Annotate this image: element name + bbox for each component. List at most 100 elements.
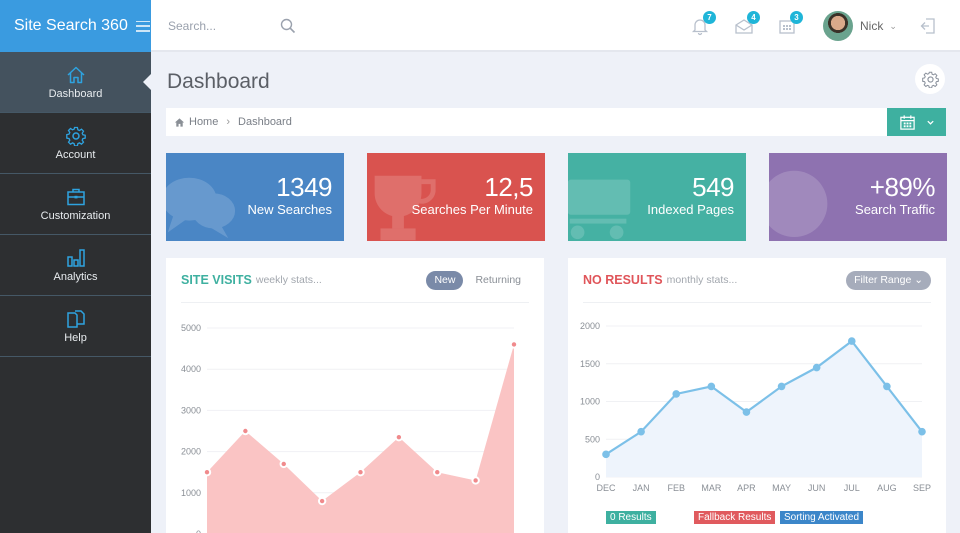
messages-button[interactable]: 4 [734, 11, 760, 36]
stat-card-searches-per-minute[interactable]: 12,5 Searches Per Minute [367, 153, 545, 241]
bar-chart-icon [66, 248, 85, 267]
y-tick-label: 1000 [580, 397, 600, 407]
logout-icon[interactable] [919, 17, 937, 35]
cart-icon [568, 179, 631, 240]
chevron-down-icon: ⌄ [889, 20, 897, 31]
notifications-badge: 7 [703, 11, 716, 24]
y-tick-label: 1000 [181, 488, 201, 498]
calendar-button[interactable]: 3 [777, 11, 803, 36]
data-point [471, 476, 480, 485]
y-tick-label: 4000 [181, 364, 201, 374]
filter-range-dropdown[interactable]: Filter Range ⌄ [846, 270, 931, 290]
panel-header: NO RESULTS monthly stats... Filter Range… [583, 258, 931, 303]
data-point [433, 468, 442, 477]
sidebar-item-label: Help [64, 331, 87, 344]
series-area [606, 341, 922, 477]
panel-title: SITE VISITS [181, 273, 252, 287]
toggle-returning[interactable]: Returning [467, 271, 529, 290]
hamburger-icon[interactable] [135, 20, 150, 32]
x-tick-label: SEP [913, 483, 931, 493]
panel-subtitle: weekly stats... [255, 274, 322, 286]
sidebar-item-label: Analytics [53, 270, 98, 283]
data-point [602, 450, 610, 459]
sidebar-item-label: Customization [40, 209, 111, 222]
data-point [883, 382, 891, 391]
data-point [742, 408, 751, 416]
legend-zero-results[interactable]: 0 Results [606, 511, 656, 524]
stat-card-search-traffic[interactable]: +89% Search Traffic [769, 153, 947, 241]
calendar-badge: 3 [790, 11, 803, 24]
data-point [317, 496, 327, 506]
y-tick-label: 500 [585, 434, 600, 444]
panel-title: NO RESULTS [583, 273, 663, 287]
sidebar: Dashboard Account Customization Analytic… [0, 52, 151, 533]
trophy-icon [374, 175, 436, 241]
data-point [509, 340, 519, 349]
y-tick-label: 5000 [181, 323, 201, 333]
series-area [207, 344, 514, 533]
breadcrumb: Home › Dashboard [166, 108, 887, 136]
legend-sorting-activated[interactable]: Sorting Activated [780, 511, 864, 524]
x-tick-label: AUG [877, 483, 897, 493]
x-tick-label: APR [737, 483, 756, 493]
data-point [279, 459, 288, 469]
y-tick-label: 2000 [181, 447, 201, 457]
panel-header: SITE VISITS weekly stats... New Returnin… [181, 258, 529, 303]
sidebar-item-account[interactable]: Account [0, 113, 151, 174]
data-point [394, 432, 404, 442]
legend-fallback-results[interactable]: Fallback Results [694, 511, 776, 524]
y-tick-label: 1500 [580, 359, 600, 369]
messages-badge: 4 [747, 11, 760, 24]
sidebar-item-label: Account [55, 148, 96, 161]
date-range-button[interactable] [887, 108, 946, 136]
y-tick-label: 0 [595, 472, 600, 482]
sidebar-item-help[interactable]: Help [0, 296, 151, 357]
x-tick-label: JUL [844, 483, 860, 493]
x-tick-label: MAY [772, 483, 791, 493]
sidebar-item-label: Dashboard [48, 87, 103, 100]
data-point [202, 468, 212, 477]
x-tick-label: MAR [701, 483, 722, 493]
home-icon [66, 66, 85, 83]
breadcrumb-current: Dashboard [238, 116, 292, 128]
brand-bar: Site Search 360 [0, 0, 151, 52]
data-point [812, 363, 821, 372]
sidebar-item-customization[interactable]: Customization [0, 174, 151, 235]
no-results-panel: NO RESULTS monthly stats... Filter Range… [568, 258, 946, 533]
notifications-button[interactable]: 7 [690, 11, 716, 36]
x-tick-label: JUN [808, 483, 826, 493]
x-tick-label: JAN [633, 483, 650, 493]
breadcrumb-separator: › [226, 116, 231, 128]
data-point [847, 337, 856, 345]
toggle-new[interactable]: New [426, 270, 464, 290]
y-tick-label: 2000 [580, 321, 600, 331]
home-icon [174, 117, 185, 127]
data-point [918, 427, 926, 436]
stat-card-indexed-pages[interactable]: 549 Indexed Pages [568, 153, 746, 241]
calendar-icon [899, 114, 915, 130]
briefcase-icon [66, 188, 85, 205]
search-icon[interactable] [280, 18, 296, 34]
sidebar-item-dashboard[interactable]: Dashboard [0, 52, 151, 113]
site-visits-panel: SITE VISITS weekly stats... New Returnin… [166, 258, 544, 533]
top-bar: 7 4 3 Nick ⌄ [151, 0, 960, 52]
settings-button[interactable] [915, 64, 945, 94]
user-name: Nick [860, 19, 884, 33]
chevron-down-icon [926, 120, 934, 125]
sidebar-item-analytics[interactable]: Analytics [0, 235, 151, 296]
no-results-chart: 0 500 1000 1500 2000 DEC JAN FEB MAR APR MAY JUN JUL… [580, 321, 931, 493]
avatar [823, 11, 853, 41]
breadcrumb-home-link[interactable]: Home [189, 116, 218, 128]
stat-card-new-searches[interactable]: 1349 New Searches [166, 153, 344, 241]
x-tick-label: DEC [596, 483, 616, 493]
data-point [356, 468, 365, 477]
user-menu[interactable]: Nick ⌄ [823, 11, 897, 41]
globe-icon [769, 170, 828, 238]
gear-icon [65, 126, 86, 146]
search-input[interactable] [168, 15, 298, 37]
panel-subtitle: monthly stats... [666, 274, 738, 286]
comments-icon [166, 177, 236, 239]
y-tick-label: 3000 [181, 405, 201, 415]
data-point [637, 427, 645, 436]
data-point [707, 382, 716, 391]
